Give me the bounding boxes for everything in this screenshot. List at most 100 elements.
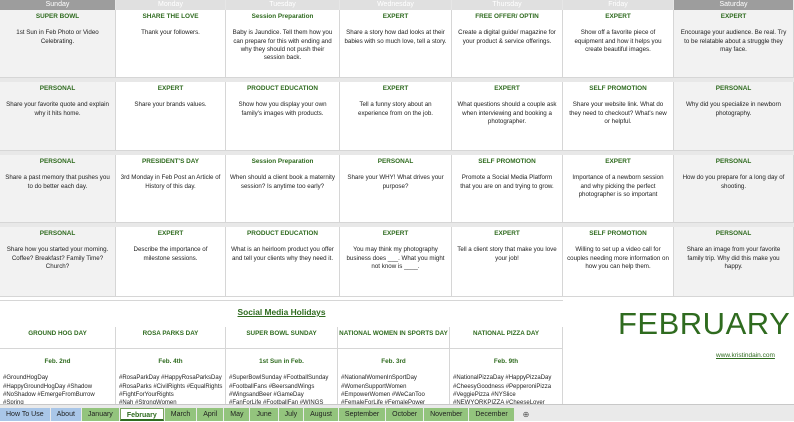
post-idea: 3rd Monday in Feb Post an Article of His… bbox=[120, 174, 221, 190]
holiday-hashtags: #NationalWomenInSportDay #WomenSupportWom… bbox=[341, 374, 446, 404]
sheet-tab-august[interactable]: August bbox=[304, 408, 338, 421]
post-idea: 1st Sun in Feb Photo or Video Celebratin… bbox=[16, 29, 99, 45]
calendar-day-cell[interactable]: SELF PROMOTION Promote a Social Media Pla… bbox=[452, 155, 563, 223]
sheet-tab-december[interactable]: December bbox=[469, 408, 514, 421]
hashtag-line: #FightForYourRights bbox=[119, 391, 174, 398]
spreadsheet-sheet: Sunday Monday Tuesday Wednesday Thursday… bbox=[0, 0, 794, 404]
holiday-column: NATIONAL PIZZA DAY Feb. 9th #NationalPizza… bbox=[450, 327, 563, 404]
post-category: PERSONAL bbox=[377, 158, 414, 165]
month-title: FEBRUARY bbox=[618, 306, 791, 341]
post-category: PERSONAL bbox=[39, 230, 76, 237]
calendar-day-cell[interactable]: EXPERT Share your brands values. bbox=[116, 82, 226, 151]
calendar-day-cell[interactable]: EXPERT Importance of a newborn session an… bbox=[563, 155, 674, 223]
calendar-day-cell[interactable]: EXPERT You may think my photography busin… bbox=[340, 227, 452, 297]
calendar-day-cell[interactable]: PERSONAL Share an image from your favorit… bbox=[674, 227, 794, 297]
calendar-day-cell[interactable]: PERSONAL Share a past memory that pushes … bbox=[0, 155, 116, 223]
calendar-day-cell[interactable]: PERSONAL Share your favorite quote and ex… bbox=[0, 82, 116, 151]
day-header-wednesday: Wednesday bbox=[340, 0, 452, 10]
post-category: SHARE THE LOVE bbox=[142, 13, 199, 20]
post-category: EXPERT bbox=[157, 230, 184, 237]
holiday-date: Feb. 9th bbox=[493, 357, 519, 365]
calendar-day-cell[interactable]: EXPERT Encourage your audience. Be real. … bbox=[674, 10, 794, 78]
post-category: PERSONAL bbox=[39, 85, 76, 92]
sheet-tab-october[interactable]: October bbox=[386, 408, 424, 421]
sheet-tab-march[interactable]: March bbox=[164, 408, 197, 421]
website-link[interactable]: www.kristindain.com bbox=[716, 352, 775, 359]
calendar-day-cell[interactable]: PERSONAL Why did you specialize in newbor… bbox=[674, 82, 794, 151]
post-idea: Tell a client story that make you love y… bbox=[457, 246, 557, 262]
hashtag-line: #WomenSupportWomen bbox=[341, 383, 407, 390]
post-category: Session Preparation bbox=[251, 158, 314, 165]
calendar-day-cell[interactable]: EXPERT Tell a funny story about an experi… bbox=[340, 82, 452, 151]
post-idea: Encourage your audience. Be real. Try to… bbox=[680, 29, 787, 54]
hashtag-line: #WingsandBeer #GameDay bbox=[229, 391, 304, 398]
post-category: PRESIDENT'S DAY bbox=[141, 158, 200, 165]
hashtag-line: #NationalPizzaDay #HappyPizzaDay bbox=[453, 375, 552, 382]
post-idea: When should a client book a maternity se… bbox=[230, 174, 335, 190]
holiday-hashtags: #SuperBowlSunday #FootballSunday #Footbal… bbox=[229, 374, 334, 404]
hashtag-line: #FootballFans #BeersandWings bbox=[229, 383, 315, 390]
calendar-day-cell[interactable]: SHARE THE LOVE Thank your followers. bbox=[116, 10, 226, 78]
sheet-tab-january[interactable]: January bbox=[81, 408, 119, 421]
calendar-day-cell[interactable]: EXPERT Tell a client story that make you … bbox=[452, 227, 563, 297]
post-idea: Create a digital guide/ magazine for you… bbox=[458, 29, 556, 45]
day-header-sunday: Sunday bbox=[0, 0, 116, 10]
sheet-tab-february[interactable]: February bbox=[119, 408, 164, 421]
day-header-saturday: Saturday bbox=[674, 0, 794, 10]
calendar-day-cell[interactable]: EXPERT Describe the importance of milesto… bbox=[116, 227, 226, 297]
calendar-day-cell[interactable]: Session Preparation When should a client … bbox=[226, 155, 340, 223]
holiday-column: NATIONAL WOMEN IN SPORTS DAY Feb. 3rd #Nat… bbox=[338, 327, 450, 404]
holiday-column: SUPER BOWL SUNDAY 1st Sun in Feb. #SuperBo… bbox=[226, 327, 338, 404]
post-idea: Thank your followers. bbox=[141, 29, 200, 37]
calendar-day-cell[interactable]: SELF PROMOTION Willing to set up a video … bbox=[563, 227, 674, 297]
post-category: SELF PROMOTION bbox=[589, 85, 647, 92]
sheet-tab-june[interactable]: June bbox=[250, 408, 278, 421]
calendar-day-cell[interactable]: Session Preparation Baby is Jaundice. Tel… bbox=[226, 10, 340, 78]
holiday-columns: GROUND HOG DAY Feb. 2nd #GroundHogDay #Happ… bbox=[0, 327, 563, 404]
calendar-day-cell[interactable]: PERSONAL Share your WHY! What drives your… bbox=[340, 155, 452, 223]
calendar-day-cell[interactable]: FREE OFFER/ OPTIN Create a digital guide/… bbox=[452, 10, 563, 78]
add-sheet-icon[interactable]: ⊕ bbox=[515, 408, 538, 421]
post-category: EXPERT bbox=[382, 13, 409, 20]
calendar-day-cell[interactable]: PRODUCT EDUCATION What is an heirloom pro… bbox=[226, 227, 340, 297]
hashtag-line: #RosaParkDay #HappyRosaParksDay bbox=[119, 375, 222, 382]
hashtag-line: #NationalWomenInSportDay bbox=[341, 375, 417, 382]
holiday-column: ROSA PARKS DAY Feb. 4th #RosaParkDay #Happ… bbox=[116, 327, 226, 404]
calendar-day-cell[interactable]: PERSONAL Share how you started your morni… bbox=[0, 227, 116, 297]
calendar-day-cell[interactable]: PERSONAL How do you prepare for a long da… bbox=[674, 155, 794, 223]
post-category: FREE OFFER/ OPTIN bbox=[475, 13, 539, 20]
holiday-hashtags: #GroundHogDay #HappyGroundHogDay #Shadow #… bbox=[3, 374, 112, 404]
post-category: SUPER BOWL bbox=[35, 13, 80, 20]
calendar-day-cell[interactable]: SUPER BOWL 1st Sun in Feb Photo or Video … bbox=[0, 10, 116, 78]
holiday-name: NATIONAL WOMEN IN SPORTS DAY bbox=[338, 330, 449, 349]
post-idea: Show how you display your own family's i… bbox=[238, 101, 327, 117]
sheet-tab-about[interactable]: About bbox=[50, 408, 81, 421]
post-idea: Share an image from your favorite family… bbox=[686, 246, 781, 271]
calendar-day-cell[interactable]: EXPERT What questions should a couple ask… bbox=[452, 82, 563, 151]
post-category: PERSONAL bbox=[715, 85, 752, 92]
sheet-tab-may[interactable]: May bbox=[224, 408, 250, 421]
post-idea: How do you prepare for a long day of sho… bbox=[682, 174, 785, 190]
holiday-date: Feb. 4th bbox=[158, 357, 183, 365]
calendar-day-cell[interactable]: EXPERT Share a story how dad looks at the… bbox=[340, 10, 452, 78]
calendar-day-cell[interactable]: PRESIDENT'S DAY 3rd Monday in Feb Post an… bbox=[116, 155, 226, 223]
post-category: EXPERT bbox=[720, 13, 747, 20]
calendar-day-cell[interactable]: SELF PROMOTION Share your website link. W… bbox=[563, 82, 674, 151]
post-category: PRODUCT EDUCATION bbox=[247, 230, 318, 237]
holiday-hashtags: #NationalPizzaDay #HappyPizzaDay #CheesyG… bbox=[453, 374, 559, 404]
day-header-thursday: Thursday bbox=[452, 0, 563, 10]
sheet-tab-april[interactable]: April bbox=[197, 408, 224, 421]
sheet-tab-how-to-use[interactable]: How To Use bbox=[0, 408, 50, 421]
calendar-day-cell[interactable]: EXPERT Show off a favorite piece of equip… bbox=[563, 10, 674, 78]
post-idea: Importance of a newborn session and why … bbox=[572, 174, 664, 199]
hashtag-line: #VeggiePizza #NYSlice bbox=[453, 391, 516, 398]
holiday-name: SUPER BOWL SUNDAY bbox=[226, 330, 337, 349]
post-idea: Willing to set up a video call for coupl… bbox=[567, 246, 669, 271]
post-idea: Share your brands values. bbox=[134, 101, 207, 109]
calendar-day-cell[interactable]: PRODUCT EDUCATION Show how you display yo… bbox=[226, 82, 340, 151]
day-header-row: Sunday Monday Tuesday Wednesday Thursday… bbox=[0, 0, 794, 10]
holiday-column: GROUND HOG DAY Feb. 2nd #GroundHogDay #Happ… bbox=[0, 327, 116, 404]
sheet-tab-november[interactable]: November bbox=[424, 408, 469, 421]
sheet-tab-july[interactable]: July bbox=[278, 408, 304, 421]
sheet-tab-september[interactable]: September bbox=[338, 408, 386, 421]
